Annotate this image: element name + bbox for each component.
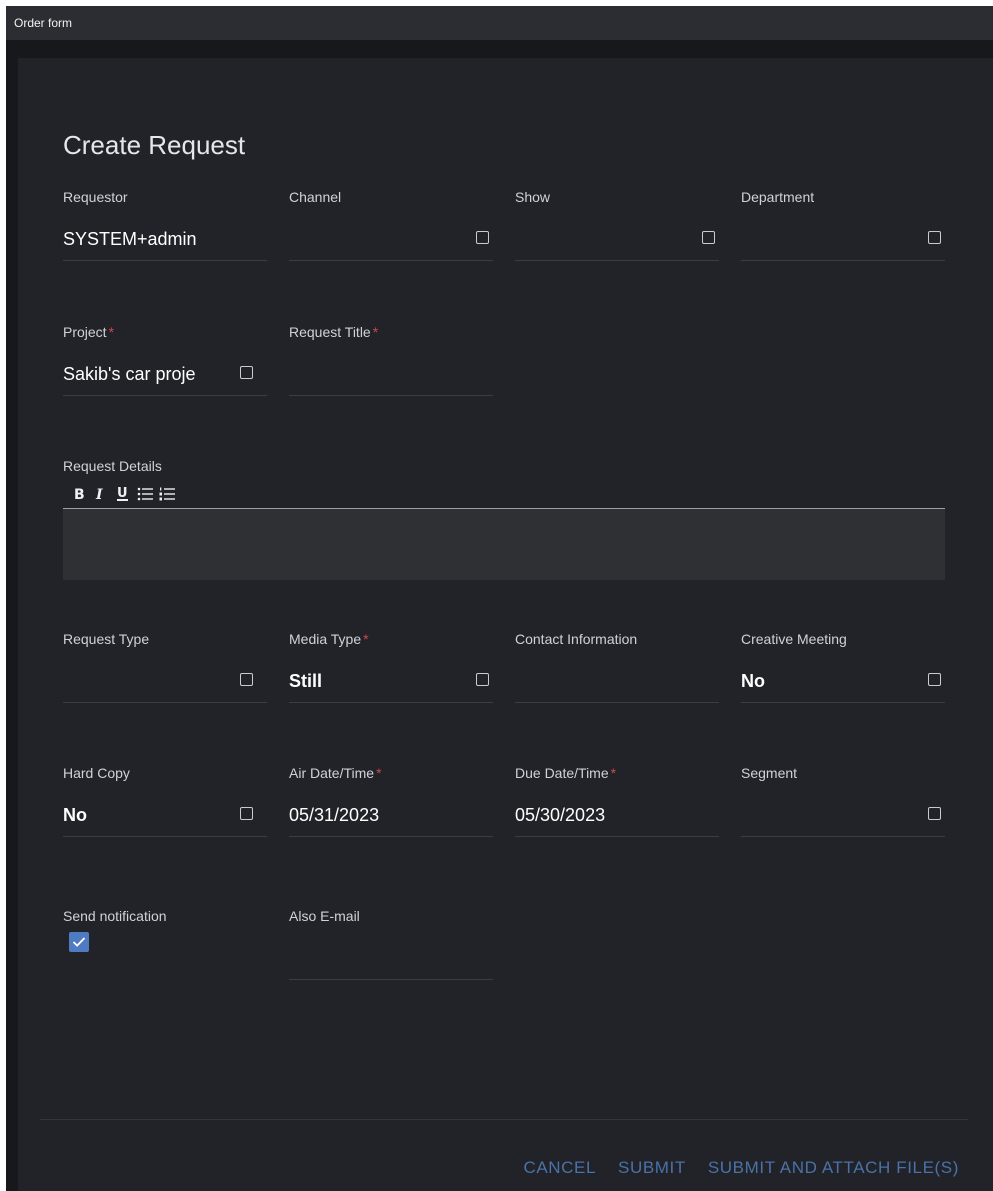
send-notification-checkbox[interactable] (69, 932, 89, 952)
contact-information-label: Contact Information (515, 631, 638, 647)
due-date-time-label: Due Date/Time * (515, 765, 617, 781)
hard-copy-value: No (63, 805, 87, 825)
send-notification-field: Send notification (63, 908, 267, 988)
svg-text:U: U (117, 486, 128, 501)
project-value: Sakib's car proje (63, 364, 196, 384)
request-type-field[interactable]: Request Type (63, 631, 267, 711)
dropdown-icon[interactable] (240, 807, 253, 820)
contact-information-field[interactable]: Contact Information (515, 631, 719, 711)
channel-label: Channel (289, 189, 342, 205)
creative-meeting-label: Creative Meeting (741, 631, 847, 647)
checkmark-icon (72, 937, 86, 947)
dropdown-icon[interactable] (476, 231, 489, 244)
requestor-value: SYSTEM+admin (63, 229, 197, 249)
required-marker: * (376, 765, 382, 781)
also-email-field[interactable]: Also E-mail (289, 908, 493, 988)
media-type-label: Media Type * (289, 631, 369, 647)
channel-underline (289, 260, 493, 261)
italic-icon[interactable]: I (90, 483, 112, 505)
department-underline (741, 260, 945, 261)
dropdown-icon[interactable] (928, 231, 941, 244)
submit-button[interactable]: SUBMIT (618, 1158, 686, 1178)
project-underline (63, 395, 267, 396)
segment-field[interactable]: Segment (741, 765, 945, 845)
page-title: Create Request (63, 130, 246, 160)
hard-copy-label: Hard Copy (63, 765, 130, 781)
dropdown-icon[interactable] (928, 673, 941, 686)
due-date-time-input[interactable]: 05/30/2023 (515, 805, 685, 826)
numbered-list-icon[interactable] (156, 483, 178, 505)
show-label: Show (515, 189, 551, 205)
dropdown-icon[interactable] (928, 807, 941, 820)
requestor-label: Requestor (63, 189, 128, 205)
request-title-label: Request Title * (289, 324, 379, 340)
rich-text-toolbar: B I U (68, 482, 178, 506)
creative-meeting-field[interactable]: Creative Meeting No (741, 631, 945, 711)
request-title-field[interactable]: Request Title * (289, 324, 493, 404)
required-marker: * (610, 765, 617, 781)
cancel-button[interactable]: CANCEL (523, 1158, 596, 1178)
request-details-label: Request Details (63, 458, 162, 474)
media-type-value: Still (289, 671, 323, 691)
request-title-underline (289, 395, 493, 396)
contact-information-underline (515, 702, 719, 703)
hard-copy-underline (63, 836, 267, 837)
dropdown-icon[interactable] (240, 673, 253, 686)
request-type-underline (63, 702, 267, 703)
submit-and-attach-button[interactable]: SUBMIT AND ATTACH FILE(S) (708, 1158, 959, 1178)
air-date-time-input[interactable]: 05/31/2023 (289, 805, 459, 826)
also-email-label: Also E-mail (289, 908, 360, 924)
media-type-field[interactable]: Media Type * Still (289, 631, 493, 711)
requestor-field[interactable]: Requestor SYSTEM+admin (63, 189, 267, 269)
bulleted-list-icon[interactable] (134, 483, 156, 505)
air-date-time-underline (289, 836, 493, 837)
also-email-underline (289, 979, 493, 980)
creative-meeting-value: No (741, 671, 765, 691)
request-type-label: Request Type (63, 631, 150, 647)
svg-text:I: I (95, 487, 103, 501)
send-notification-label: Send notification (63, 908, 167, 924)
air-date-time-label: Air Date/Time * (289, 765, 382, 781)
bold-icon[interactable]: B (68, 483, 90, 505)
dropdown-icon[interactable] (702, 231, 715, 244)
underline-icon[interactable]: U (112, 483, 134, 505)
dialog-actions: CANCEL SUBMIT SUBMIT AND ATTACH FILE(S) (523, 1158, 959, 1178)
creative-meeting-underline (741, 702, 945, 703)
order-form-window: Order form Create Request Requestor SYST… (6, 6, 993, 1191)
requestor-underline (63, 260, 267, 261)
due-date-time-field[interactable]: Due Date/Time * 05/30/2023 (515, 765, 719, 845)
show-underline (515, 260, 719, 261)
department-label: Department (741, 189, 815, 205)
project-field[interactable]: Project * Sakib's car proje (63, 324, 267, 404)
segment-label: Segment (741, 765, 798, 781)
required-marker: * (363, 631, 369, 647)
dropdown-icon[interactable] (240, 366, 253, 379)
svg-text:B: B (74, 487, 85, 501)
create-request-dialog: Create Request Requestor SYSTEM+admin Ch… (18, 58, 993, 1191)
due-date-time-underline (515, 836, 719, 837)
show-field[interactable]: Show (515, 189, 719, 269)
project-label: Project * (63, 324, 115, 340)
required-marker: * (372, 324, 379, 340)
dropdown-icon[interactable] (476, 673, 489, 686)
air-date-time-field[interactable]: Air Date/Time * 05/31/2023 (289, 765, 493, 845)
footer-divider (40, 1119, 968, 1120)
channel-field[interactable]: Channel (289, 189, 493, 269)
required-marker: * (108, 324, 115, 340)
window-titlebar: Order form (6, 6, 993, 40)
hard-copy-field[interactable]: Hard Copy No (63, 765, 267, 845)
window-title: Order form (14, 16, 73, 30)
department-field[interactable]: Department (741, 189, 945, 269)
request-details-editor[interactable] (63, 508, 945, 580)
segment-underline (741, 836, 945, 837)
media-type-underline (289, 702, 493, 703)
